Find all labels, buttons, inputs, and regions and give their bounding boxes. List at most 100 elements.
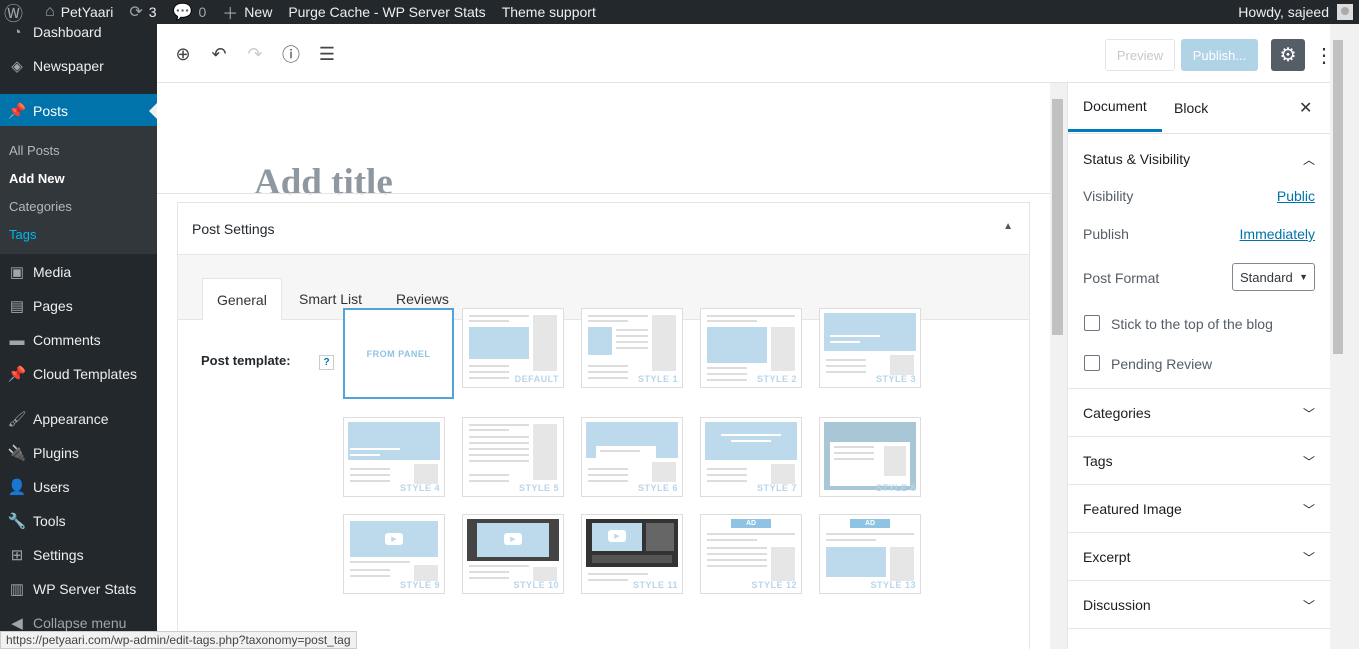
post-format-label: Post Format bbox=[1083, 270, 1160, 286]
template-style-10[interactable]: ▶ STYLE 10 bbox=[462, 514, 564, 594]
close-settings-button[interactable]: ✕ bbox=[1299, 98, 1312, 118]
post-format-select[interactable]: Standard ▼ bbox=[1232, 263, 1315, 291]
settings-sidebar: Document Block ✕ Status & Visibility ︿ V… bbox=[1067, 83, 1330, 649]
template-default[interactable]: DEFAULT bbox=[462, 308, 564, 388]
template-style-8[interactable]: STYLE 8 bbox=[819, 417, 921, 497]
menu-settings[interactable]: ⊞ Settings bbox=[0, 538, 157, 572]
post-settings-heading: Post Settings bbox=[192, 220, 275, 237]
comments-icon: ▬ bbox=[9, 331, 25, 349]
chevron-down-icon: ﹀ bbox=[1302, 599, 1315, 613]
tab-general[interactable]: General bbox=[202, 278, 282, 321]
post-settings-metabox: Post Settings ▲ General Smart List Revie… bbox=[177, 202, 1030, 649]
help-button[interactable]: ? bbox=[319, 355, 334, 370]
menu-tools[interactable]: 🔧 Tools bbox=[0, 504, 157, 538]
menu-cloud-templates[interactable]: 📌 Cloud Templates bbox=[0, 357, 157, 391]
play-icon: ▶ bbox=[608, 530, 626, 542]
newspaper-icon: ◈ bbox=[11, 58, 23, 75]
menu-users[interactable]: 👤 Users bbox=[0, 470, 157, 504]
menu-plugins[interactable]: 🔌 Plugins bbox=[0, 436, 157, 470]
publish-button[interactable]: Publish... bbox=[1181, 39, 1258, 71]
menu-dashboard[interactable]: ◔ Dashboard bbox=[0, 15, 157, 49]
chart-icon: ▥ bbox=[9, 581, 25, 598]
menu-comments[interactable]: ▬ Comments bbox=[0, 323, 157, 357]
menu-label: Tools bbox=[33, 513, 66, 529]
status-url-tooltip: https://petyaari.com/wp-admin/edit-tags.… bbox=[0, 631, 357, 649]
template-label: STYLE 1 bbox=[637, 374, 678, 384]
editor-scrollbar[interactable] bbox=[1050, 83, 1067, 649]
next-section[interactable] bbox=[1068, 628, 1330, 649]
template-style-2[interactable]: STYLE 2 bbox=[700, 308, 802, 388]
excerpt-section[interactable]: Excerpt ﹀ bbox=[1068, 532, 1330, 580]
tab-block[interactable]: Block bbox=[1174, 83, 1208, 132]
submenu-add-new[interactable]: Add New bbox=[9, 171, 65, 186]
publish-date-link[interactable]: Immediately bbox=[1240, 226, 1315, 242]
new-content-link[interactable]: ＋ New bbox=[214, 0, 280, 24]
visibility-link[interactable]: Public bbox=[1277, 188, 1315, 204]
menu-pages[interactable]: ▤ Pages bbox=[0, 289, 157, 323]
menu-appearance[interactable]: 🖌 Appearance bbox=[0, 402, 157, 436]
menu-label: Pages bbox=[33, 298, 73, 314]
page-scrollbar-thumb[interactable] bbox=[1333, 40, 1343, 354]
post-template-label: Post template: bbox=[201, 353, 291, 368]
template-from-panel[interactable]: FROM PANEL bbox=[343, 308, 454, 399]
menu-media[interactable]: ▣ Media bbox=[0, 255, 157, 289]
template-style-5[interactable]: STYLE 5 bbox=[462, 417, 564, 497]
template-style-4[interactable]: STYLE 4 bbox=[343, 417, 445, 497]
comments-link[interactable]: 💬 0 bbox=[165, 0, 215, 24]
submenu-tags[interactable]: Tags bbox=[9, 227, 36, 242]
menu-label: Appearance bbox=[33, 411, 109, 427]
template-style-1[interactable]: STYLE 1 bbox=[581, 308, 683, 388]
template-label: STYLE 4 bbox=[399, 483, 440, 493]
template-label: STYLE 8 bbox=[875, 483, 916, 493]
editor-scrollbar-thumb[interactable] bbox=[1052, 99, 1063, 335]
page-scrollbar[interactable] bbox=[1330, 24, 1359, 649]
categories-section[interactable]: Categories ﹀ bbox=[1068, 388, 1330, 436]
status-visibility-title[interactable]: Status & Visibility bbox=[1083, 151, 1190, 167]
tags-section[interactable]: Tags ﹀ bbox=[1068, 436, 1330, 484]
tab-document[interactable]: Document bbox=[1068, 83, 1162, 132]
menu-wp-server-stats[interactable]: ▥ WP Server Stats bbox=[0, 572, 157, 606]
template-style-7[interactable]: STYLE 7 bbox=[700, 417, 802, 497]
featured-image-section[interactable]: Featured Image ﹀ bbox=[1068, 484, 1330, 532]
undo-button[interactable]: ↶ bbox=[207, 42, 231, 66]
template-style-9[interactable]: ▶ STYLE 9 bbox=[343, 514, 445, 594]
block-navigation-button[interactable]: ☰ bbox=[315, 42, 339, 66]
collapse-triangle-icon[interactable]: ▲ bbox=[1003, 221, 1013, 232]
theme-support-link[interactable]: Theme support bbox=[494, 0, 604, 24]
add-block-button[interactable]: ⊕ bbox=[171, 42, 195, 66]
publish-label: Publish bbox=[1083, 226, 1129, 242]
submenu-categories[interactable]: Categories bbox=[9, 199, 72, 214]
preview-button[interactable]: Preview bbox=[1105, 39, 1175, 71]
template-style-6[interactable]: STYLE 6 bbox=[581, 417, 683, 497]
my-account-link[interactable]: Howdy, sajeed bbox=[1238, 4, 1359, 20]
template-style-13[interactable]: AD STYLE 13 bbox=[819, 514, 921, 594]
chevron-down-icon: ﹀ bbox=[1302, 407, 1315, 421]
pin-icon: 📌 bbox=[7, 366, 27, 383]
pending-review-label[interactable]: Pending Review bbox=[1111, 356, 1212, 372]
menu-label: Settings bbox=[33, 547, 84, 563]
template-style-11[interactable]: ▶ STYLE 11 bbox=[581, 514, 683, 594]
pending-review-checkbox[interactable] bbox=[1084, 355, 1100, 371]
post-settings-header[interactable]: Post Settings ▲ bbox=[178, 203, 1029, 255]
menu-posts[interactable]: 📌 Posts bbox=[0, 94, 157, 128]
stick-to-top-label[interactable]: Stick to the top of the blog bbox=[1111, 316, 1273, 332]
post-format-value: Standard bbox=[1240, 269, 1293, 285]
content-info-button[interactable]: ⓘ bbox=[279, 42, 303, 66]
post-title-input[interactable]: Add title bbox=[254, 161, 393, 204]
editor-canvas: Add title Post Settings ▲ General Smart … bbox=[157, 83, 1050, 649]
chevron-up-icon[interactable]: ︿ bbox=[1303, 151, 1315, 168]
stick-to-top-checkbox[interactable] bbox=[1084, 315, 1100, 331]
submenu-all-posts[interactable]: All Posts bbox=[9, 143, 60, 158]
discussion-section[interactable]: Discussion ﹀ bbox=[1068, 580, 1330, 628]
template-label: STYLE 12 bbox=[751, 580, 797, 590]
template-style-3[interactable]: STYLE 3 bbox=[819, 308, 921, 388]
template-label: STYLE 2 bbox=[756, 374, 797, 384]
chevron-down-icon: ﹀ bbox=[1302, 503, 1315, 517]
menu-newspaper[interactable]: ◈ Newspaper bbox=[0, 49, 157, 83]
settings-button[interactable]: ⚙ bbox=[1271, 39, 1305, 71]
template-label: DEFAULT bbox=[514, 374, 559, 384]
template-style-12[interactable]: AD STYLE 12 bbox=[700, 514, 802, 594]
chevron-down-icon: ﹀ bbox=[1302, 551, 1315, 565]
purge-cache-link[interactable]: Purge Cache - WP Server Stats bbox=[280, 0, 493, 24]
redo-button[interactable]: ↷ bbox=[243, 42, 267, 66]
